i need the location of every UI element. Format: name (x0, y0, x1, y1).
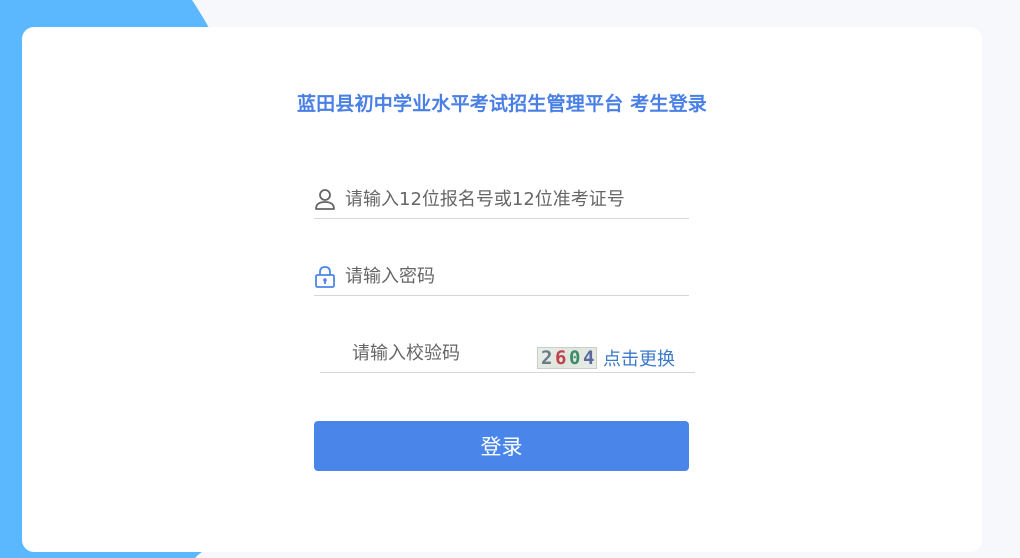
captcha-char: 0 (569, 347, 581, 369)
captcha-image[interactable]: 2 6 0 4 (537, 347, 597, 369)
captcha-char: 2 (541, 347, 553, 369)
password-field (314, 259, 689, 296)
password-input[interactable] (345, 263, 685, 289)
captcha-field: 2 6 0 4 点击更换 (320, 336, 695, 373)
username-field (314, 182, 689, 219)
page-title: 蓝田县初中学业水平考试招生管理平台 考生登录 (296, 93, 708, 115)
username-input[interactable] (345, 186, 685, 212)
captcha-char: 4 (583, 347, 595, 369)
captcha-input[interactable] (352, 340, 532, 366)
lock-icon (314, 265, 336, 289)
captcha-char: 6 (555, 347, 567, 369)
user-icon (314, 188, 336, 212)
refresh-captcha-link[interactable]: 点击更换 (603, 345, 675, 371)
login-card: 蓝田县初中学业水平考试招生管理平台 考生登录 2 6 0 4 (22, 27, 982, 552)
login-button[interactable]: 登录 (314, 421, 689, 471)
